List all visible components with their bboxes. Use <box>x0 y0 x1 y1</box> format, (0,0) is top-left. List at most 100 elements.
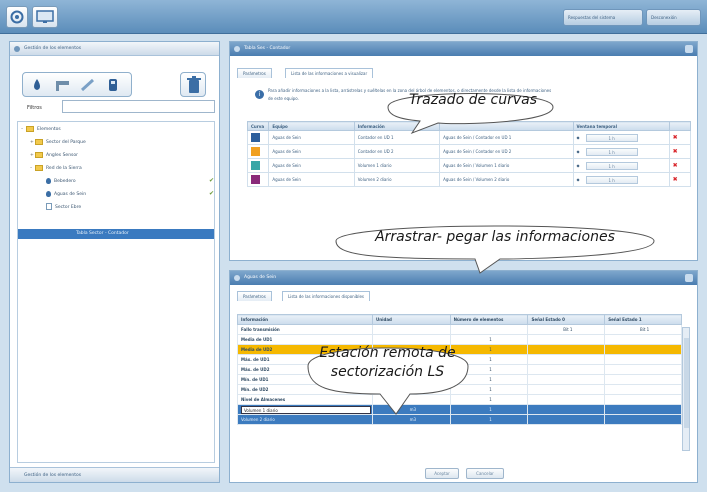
close-icon[interactable] <box>685 45 693 53</box>
callout-station: Estación remota de sectorización LS <box>300 338 475 418</box>
monitor-icon <box>36 10 54 23</box>
meter-icon <box>109 79 117 91</box>
window-select[interactable]: 1 h <box>585 147 638 156</box>
vertical-scrollbar[interactable] <box>682 327 690 451</box>
col-senal-0: Señal Estado 0 <box>527 314 606 325</box>
col-delete <box>668 121 692 131</box>
element-toolbox <box>22 72 132 97</box>
logout-button[interactable]: Desconexión <box>646 9 701 26</box>
signal0-cell <box>527 334 606 345</box>
tree-item-red-sierra[interactable]: – Red de la Sierra <box>30 163 82 175</box>
tree-label: Aguas de Sein <box>54 192 87 197</box>
radio-icon[interactable]: ◆ <box>577 135 580 140</box>
collapse-icon[interactable] <box>14 46 20 52</box>
callout-curves: Trazado de curvas <box>368 83 573 135</box>
tab-parametros-2[interactable]: Parámetros <box>237 291 272 301</box>
tree-item-aguas-sein[interactable]: Aguas de Sein <box>46 189 86 201</box>
signal1-cell <box>604 354 682 365</box>
full-cell: Aguas de Sein / Volumen 1 diario <box>439 158 574 173</box>
tree-item-sector-ebre[interactable]: Sector Ebre <box>46 202 81 214</box>
add-drop-tool[interactable] <box>29 77 46 93</box>
curve-row[interactable]: Aguas de Sein Volumen 2 diario Aguas de Se… <box>246 172 692 187</box>
curve-color-cell <box>246 158 270 173</box>
signal1-cell: Bit 1 <box>604 324 682 335</box>
curve-color-cell <box>246 130 270 145</box>
radio-icon[interactable]: ◆ <box>577 163 580 168</box>
signal1-cell <box>604 334 682 345</box>
top-toolbar: Respuestas del sistema Desconexión <box>0 0 707 34</box>
col-curva: Curva <box>246 121 270 131</box>
curves-panel-header: Tabla Ses - Contador <box>230 42 697 56</box>
window-cell: ◆ 1 h <box>572 158 670 173</box>
curve-color-cell <box>246 144 270 159</box>
elements-panel-header: Gestión de los elementos <box>10 42 219 56</box>
signal0-cell <box>527 354 606 365</box>
accept-button[interactable]: Aceptar <box>425 468 459 479</box>
tree-selected-item[interactable]: Tabla Sector - Contador <box>18 229 214 239</box>
filter-input[interactable] <box>62 100 215 113</box>
add-pipe-tool[interactable] <box>79 77 96 93</box>
home-button[interactable] <box>6 6 28 28</box>
app-window: Respuestas del sistema Desconexión Gesti… <box>0 0 707 492</box>
tree-item-sector-parque[interactable]: + Sector del Parque <box>30 137 86 149</box>
delete-icon[interactable]: ✖ <box>673 162 678 169</box>
window-cell: ◆ 1 h <box>572 130 670 145</box>
folder-icon <box>35 151 43 158</box>
full-cell: Aguas de Sein / Contador en UD 2 <box>439 144 574 159</box>
tree-item-angles-sensor[interactable]: + Angles Sensor <box>30 150 78 162</box>
delete-cell: ✖ <box>668 144 692 159</box>
info-row[interactable]: Fallo transmisión Bit 1 Bit 1 <box>237 324 682 335</box>
callout-station-line1: Estación remota de <box>319 345 456 361</box>
collapse-icon[interactable] <box>234 46 240 52</box>
radio-icon[interactable]: ◆ <box>577 177 580 182</box>
curve-row[interactable]: Aguas de Sein Contador en UD 2 Aguas de Se… <box>246 144 692 159</box>
window-select[interactable]: 1 h <box>585 175 638 184</box>
delete-icon[interactable]: ✖ <box>673 148 678 155</box>
signal1-cell <box>604 414 682 425</box>
collapse-icon[interactable] <box>234 275 240 281</box>
delete-icon[interactable]: ✖ <box>673 176 678 183</box>
cancel-button[interactable]: Cancelar <box>466 468 504 479</box>
tree-label: Tabla Sector - Contador <box>76 231 129 236</box>
scrollbar-thumb[interactable] <box>684 338 689 428</box>
window-select[interactable]: 1 h <box>585 133 638 142</box>
info-cell: Contador en UD 2 <box>353 144 441 159</box>
signal0-cell: Bit 1 <box>527 324 606 335</box>
delete-icon[interactable]: ✖ <box>673 134 678 141</box>
delete-cell: ✖ <box>668 158 692 173</box>
info-icon: i <box>255 90 264 99</box>
system-responses-button[interactable]: Respuestas del sistema <box>563 9 643 26</box>
gate-icon <box>56 81 69 91</box>
equipo-cell: Aguas de Sein <box>268 158 355 173</box>
add-meter-tool[interactable] <box>104 77 121 93</box>
color-swatch[interactable] <box>251 175 260 184</box>
tree-item-bebedero[interactable]: Bebedero <box>46 176 76 188</box>
close-icon[interactable] <box>685 274 693 282</box>
target-icon <box>10 10 24 24</box>
signal0-cell <box>527 404 606 415</box>
add-gate-tool[interactable] <box>54 77 71 93</box>
pipe-icon <box>80 78 95 92</box>
curve-row[interactable]: Aguas de Sein Volumen 1 diario Aguas de Se… <box>246 158 692 173</box>
monitor-button[interactable] <box>32 6 58 28</box>
signal0-cell <box>527 414 606 425</box>
tree-item-elementos[interactable]: – Elementos <box>21 124 61 136</box>
color-swatch[interactable] <box>251 147 260 156</box>
color-swatch[interactable] <box>251 161 260 170</box>
callout-curves-text: Trazado de curvas <box>408 92 538 108</box>
callout-drag-drop-text: Arrastrar- pegar las informaciones <box>375 229 615 245</box>
elements-panel: Gestión de los elementos Filtros – Elemen… <box>9 41 220 483</box>
folder-icon <box>35 138 43 145</box>
elements-panel-footer[interactable]: Gestión de los elementos <box>10 467 219 482</box>
check-icon: ✔ <box>209 177 215 184</box>
window-select[interactable]: 1 h <box>585 161 638 170</box>
color-swatch[interactable] <box>251 133 260 142</box>
count-cell <box>449 324 529 335</box>
tab-parametros[interactable]: Parámetros <box>237 68 272 78</box>
tree-label: Bebedero <box>54 179 76 184</box>
tab-lista-visualizar[interactable]: Lista de las informaciones a visualizar <box>285 68 374 78</box>
tab-lista-disponibles[interactable]: Lista de las informaciones disponibles <box>282 291 370 301</box>
radio-icon[interactable]: ◆ <box>577 149 580 154</box>
delete-button[interactable] <box>180 72 206 97</box>
curves-panel-title: Tabla Ses - Contador <box>244 46 291 51</box>
